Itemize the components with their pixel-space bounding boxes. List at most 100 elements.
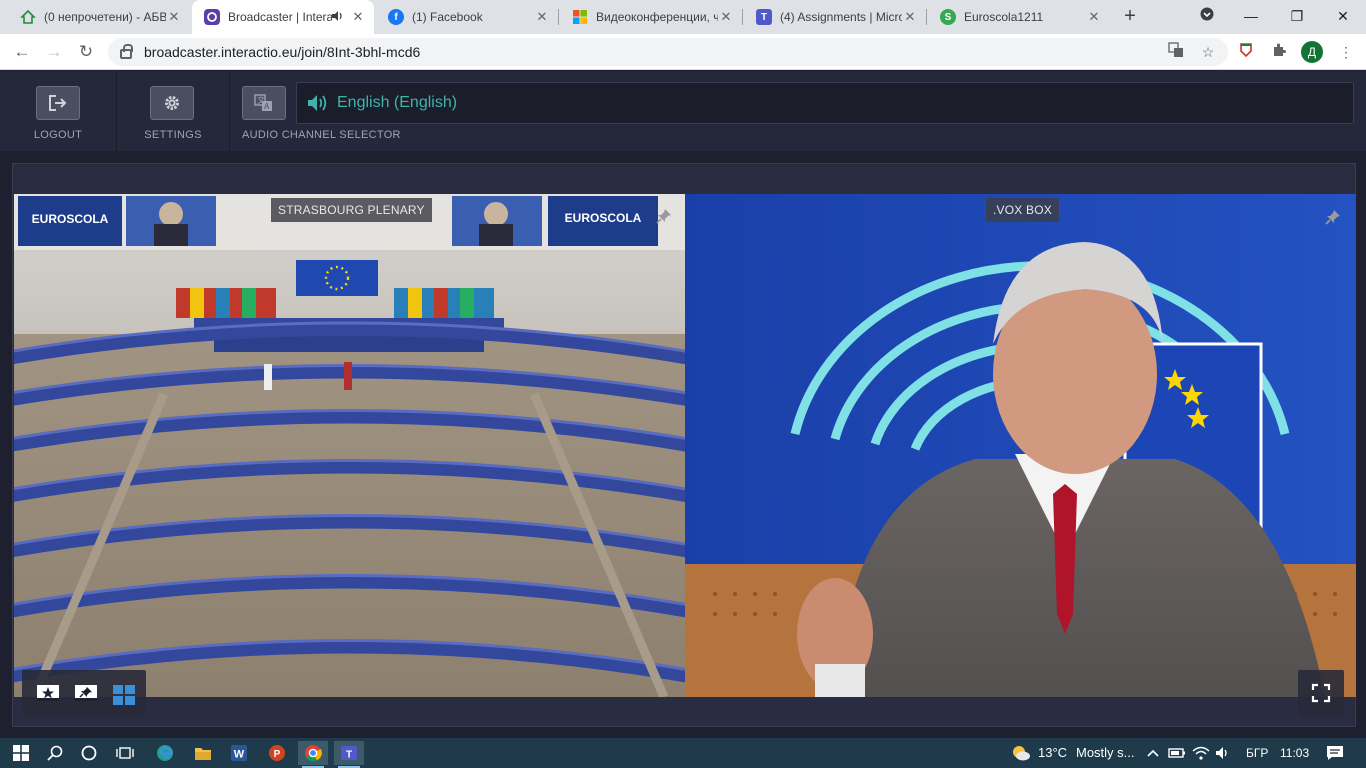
browser-tab-strip: (0 непрочетени) - АБВ ✕ Broadcaster | In… xyxy=(0,0,1366,34)
tab-separator xyxy=(558,9,559,25)
browser-menu-icon[interactable]: ⋮ xyxy=(1336,42,1356,62)
bookmark-star-icon[interactable]: ☆ xyxy=(1198,42,1218,62)
svg-text:P: P xyxy=(274,749,281,760)
tab-separator xyxy=(742,9,743,25)
back-button[interactable]: ← xyxy=(10,40,34,64)
browser-tab-assignments[interactable]: T (4) Assignments | Microsoft ✕ xyxy=(744,0,926,34)
audio-channel-selector-button[interactable]: 文A xyxy=(242,86,286,120)
reload-button[interactable]: ↻ xyxy=(74,40,98,64)
weather-temperature[interactable]: 13°C xyxy=(1038,738,1067,768)
s-icon: S xyxy=(940,9,956,25)
edge-icon[interactable] xyxy=(150,741,180,765)
lock-icon xyxy=(120,44,133,59)
tab-separator xyxy=(926,9,927,25)
browser-tab-videoconference[interactable]: Видеоконференции, чат ✕ xyxy=(560,0,742,34)
logout-button[interactable] xyxy=(36,86,80,120)
address-bar[interactable]: broadcaster.interactio.eu/join/8Int-3bhl… xyxy=(108,38,1228,66)
extension-shield-icon[interactable] xyxy=(1236,42,1256,62)
tab-title: Broadcaster | Interactio xyxy=(228,10,332,24)
star-layout-icon xyxy=(37,685,59,701)
browser-tab-mail[interactable]: (0 непрочетени) - АБВ ✕ xyxy=(8,0,190,34)
browser-tab-broadcaster[interactable]: Broadcaster | Interactio ✕ xyxy=(192,0,374,34)
profile-avatar[interactable]: Д xyxy=(1301,41,1323,63)
windows-start-icon[interactable] xyxy=(6,741,36,765)
close-tab-icon[interactable]: ✕ xyxy=(350,9,366,25)
spotlight-star-button[interactable] xyxy=(36,684,60,702)
svg-text:A: A xyxy=(264,102,270,111)
input-language[interactable]: БГР xyxy=(1246,738,1268,768)
forward-button[interactable]: → xyxy=(42,40,66,64)
extensions-puzzle-icon[interactable] xyxy=(1269,42,1289,62)
speaker-icon xyxy=(308,95,327,111)
fullscreen-button[interactable] xyxy=(1298,670,1344,716)
wifi-icon[interactable] xyxy=(1190,741,1212,765)
facebook-icon: f xyxy=(388,9,404,25)
svg-text:EUROSCOLA: EUROSCOLA xyxy=(32,212,109,226)
weather-summary[interactable]: Mostly s... xyxy=(1076,738,1135,768)
teams-icon[interactable]: T xyxy=(334,741,364,768)
speaker-icon[interactable] xyxy=(332,10,346,24)
current-channel-text: English (English) xyxy=(337,94,458,111)
audio-channel-dropdown[interactable]: English (English) xyxy=(296,82,1354,124)
video-vox-box[interactable] xyxy=(685,194,1356,697)
clock[interactable]: 11:03 xyxy=(1280,738,1309,768)
svg-text:W: W xyxy=(234,749,245,761)
translate-icon[interactable] xyxy=(1166,42,1186,62)
close-tab-icon[interactable]: ✕ xyxy=(718,9,734,25)
tab-title: Видеоконференции, чат xyxy=(596,10,718,24)
interactio-icon xyxy=(204,9,220,25)
logout-tool: LOGOUT xyxy=(0,71,116,151)
file-explorer-icon[interactable] xyxy=(188,741,218,765)
chevron-up-icon[interactable] xyxy=(1142,741,1164,765)
browser-toolbar: ← → ↻ broadcaster.interactio.eu/join/8In… xyxy=(0,34,1366,70)
layout-controls xyxy=(22,670,146,716)
grid-icon xyxy=(113,685,135,705)
header-divider xyxy=(229,71,230,151)
task-view-icon[interactable] xyxy=(110,741,140,765)
tab-title: (1) Facebook xyxy=(412,10,483,24)
notifications-icon[interactable] xyxy=(1320,741,1350,765)
battery-icon[interactable] xyxy=(1166,741,1188,765)
svg-text:EUROSCOLA: EUROSCOLA xyxy=(565,211,642,225)
search-icon[interactable] xyxy=(40,741,70,765)
browser-tab-facebook[interactable]: f (1) Facebook ✕ xyxy=(376,0,558,34)
translate-icon: 文A xyxy=(254,94,272,111)
close-tab-icon[interactable]: ✕ xyxy=(902,9,918,25)
minimize-window-button[interactable]: — xyxy=(1228,0,1274,34)
close-window-button[interactable]: ✕ xyxy=(1320,0,1366,34)
close-tab-icon[interactable]: ✕ xyxy=(534,9,550,25)
grid-layout-button[interactable] xyxy=(112,684,136,705)
powerpoint-icon[interactable]: P xyxy=(262,741,292,765)
logout-icon xyxy=(49,95,67,111)
settings-tool: SETTINGS xyxy=(117,71,229,151)
plenary-hall-image: EUROSCOLA EUROSCOLA xyxy=(14,194,685,697)
cortana-icon[interactable] xyxy=(74,741,104,765)
settings-label: SETTINGS xyxy=(144,129,202,141)
pin-layout-icon xyxy=(75,685,97,701)
close-tab-icon[interactable]: ✕ xyxy=(166,9,182,25)
logout-label: LOGOUT xyxy=(33,129,83,141)
close-tab-icon[interactable]: ✕ xyxy=(1086,9,1102,25)
pinned-layout-button[interactable] xyxy=(74,684,98,702)
tab-search-icon[interactable] xyxy=(1184,0,1230,34)
chrome-icon[interactable] xyxy=(298,741,328,768)
video-strasbourg-plenary[interactable]: EUROSCOLA EUROSCOLA xyxy=(14,194,685,697)
volume-icon[interactable] xyxy=(1212,741,1234,765)
pin-icon[interactable] xyxy=(1324,208,1342,226)
tab-title: Euroscola1211 xyxy=(964,10,1044,24)
tab-title: (0 непрочетени) - АБВ xyxy=(44,10,166,24)
windows-taskbar: W P T 13°C Mostly s... БГР 11:03 xyxy=(0,738,1366,768)
audio-channel-selector-label: AUDIO CHANNEL SELECTOR xyxy=(242,129,401,141)
settings-button[interactable] xyxy=(150,86,194,120)
restore-window-button[interactable]: ❐ xyxy=(1274,0,1320,34)
word-icon[interactable]: W xyxy=(224,741,254,765)
gear-icon xyxy=(165,96,179,110)
svg-text:T: T xyxy=(346,750,352,761)
video-label-right: .VOX BOX xyxy=(986,198,1059,222)
pin-icon[interactable] xyxy=(655,207,673,225)
weather-icon[interactable] xyxy=(1006,741,1036,765)
new-tab-button[interactable]: + xyxy=(1118,5,1142,29)
browser-tab-euroscola[interactable]: S Euroscola1211 ✕ xyxy=(928,0,1110,34)
url-text: broadcaster.interactio.eu/join/8Int-3bhl… xyxy=(144,44,421,60)
teams-icon: T xyxy=(756,9,772,25)
